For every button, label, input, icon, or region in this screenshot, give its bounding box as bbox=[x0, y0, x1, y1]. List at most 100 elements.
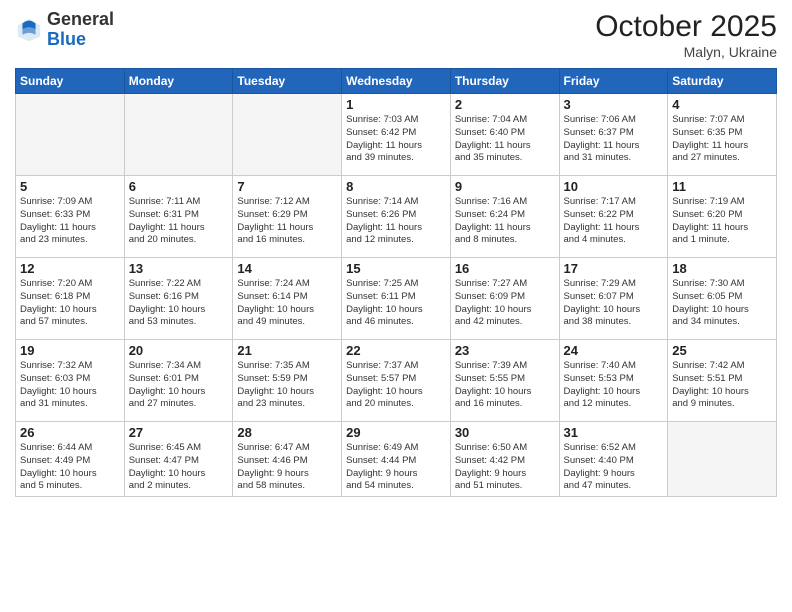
calendar-cell: 15Sunrise: 7:25 AM Sunset: 6:11 PM Dayli… bbox=[342, 258, 451, 340]
calendar-cell: 24 Sunrise: 7:40 AM Sunset: 5:53 PM Dayli… bbox=[559, 340, 668, 422]
calendar-cell: 2 Sunrise: 7:04 AM Sunset: 6:40 PM Daylig… bbox=[450, 94, 559, 176]
day-info: Sunrise: 7:16 AM Sunset: 6:24 PM Dayligh… bbox=[455, 196, 555, 247]
day-number: 12 bbox=[20, 261, 120, 276]
calendar-cell: 19 Sunrise: 7:32 AM Sunset: 6:03 PM Dayli… bbox=[16, 340, 125, 422]
calendar-cell: 30 Sunrise: 6:50 AM Sunset: 4:42 PM Dayli… bbox=[450, 422, 559, 497]
calendar-cell: 11Sunrise: 7:19 AM Sunset: 6:20 PM Dayli… bbox=[668, 176, 777, 258]
day-info: Sunrise: 7:22 AM Sunset: 6:16 PM Dayligh… bbox=[129, 278, 229, 329]
day-info: Sunrise: 7:04 AM Sunset: 6:40 PM Dayligh… bbox=[455, 114, 555, 165]
day-number: 3 bbox=[564, 97, 664, 112]
day-number: 7 bbox=[237, 179, 337, 194]
day-info: Sunrise: 7:34 AM Sunset: 6:01 PM Dayligh… bbox=[129, 360, 229, 411]
calendar-cell: 12 Sunrise: 7:20 AM Sunset: 6:18 PM Dayli… bbox=[16, 258, 125, 340]
day-info: Sunrise: 7:30 AM Sunset: 6:05 PM Dayligh… bbox=[672, 278, 772, 329]
location: Malyn, Ukraine bbox=[595, 44, 777, 60]
weekday-header: Thursday bbox=[450, 69, 559, 94]
calendar-week-row: 26Sunrise: 6:44 AM Sunset: 4:49 PM Dayli… bbox=[16, 422, 777, 497]
calendar-cell: 10Sunrise: 7:17 AM Sunset: 6:22 PM Dayli… bbox=[559, 176, 668, 258]
day-number: 6 bbox=[129, 179, 229, 194]
day-info: Sunrise: 7:27 AM Sunset: 6:09 PM Dayligh… bbox=[455, 278, 555, 329]
calendar-cell bbox=[16, 94, 125, 176]
day-number: 19 bbox=[20, 343, 120, 358]
day-info: Sunrise: 6:47 AM Sunset: 4:46 PM Dayligh… bbox=[237, 442, 337, 493]
day-number: 18 bbox=[672, 261, 772, 276]
calendar-cell bbox=[124, 94, 233, 176]
day-info: Sunrise: 6:49 AM Sunset: 4:44 PM Dayligh… bbox=[346, 442, 446, 493]
day-number: 24 bbox=[564, 343, 664, 358]
day-number: 8 bbox=[346, 179, 446, 194]
day-info: Sunrise: 7:17 AM Sunset: 6:22 PM Dayligh… bbox=[564, 196, 664, 247]
day-info: Sunrise: 7:32 AM Sunset: 6:03 PM Dayligh… bbox=[20, 360, 120, 411]
day-number: 31 bbox=[564, 425, 664, 440]
weekday-header-row: SundayMondayTuesdayWednesdayThursdayFrid… bbox=[16, 69, 777, 94]
calendar-cell bbox=[233, 94, 342, 176]
calendar-cell: 28 Sunrise: 6:47 AM Sunset: 4:46 PM Dayli… bbox=[233, 422, 342, 497]
day-info: Sunrise: 7:09 AM Sunset: 6:33 PM Dayligh… bbox=[20, 196, 120, 247]
title-block: October 2025 Malyn, Ukraine bbox=[595, 10, 777, 60]
day-number: 14 bbox=[237, 261, 337, 276]
calendar-cell: 27Sunrise: 6:45 AM Sunset: 4:47 PM Dayli… bbox=[124, 422, 233, 497]
calendar-cell: 14 Sunrise: 7:24 AM Sunset: 6:14 PM Dayli… bbox=[233, 258, 342, 340]
day-info: Sunrise: 6:44 AM Sunset: 4:49 PM Dayligh… bbox=[20, 442, 120, 493]
logo-text: General Blue bbox=[47, 10, 114, 50]
day-info: Sunrise: 7:11 AM Sunset: 6:31 PM Dayligh… bbox=[129, 196, 229, 247]
day-info: Sunrise: 7:03 AM Sunset: 6:42 PM Dayligh… bbox=[346, 114, 446, 165]
day-number: 13 bbox=[129, 261, 229, 276]
day-info: Sunrise: 7:24 AM Sunset: 6:14 PM Dayligh… bbox=[237, 278, 337, 329]
day-number: 21 bbox=[237, 343, 337, 358]
day-info: Sunrise: 7:37 AM Sunset: 5:57 PM Dayligh… bbox=[346, 360, 446, 411]
calendar-cell: 25 Sunrise: 7:42 AM Sunset: 5:51 PM Dayli… bbox=[668, 340, 777, 422]
day-number: 4 bbox=[672, 97, 772, 112]
day-number: 16 bbox=[455, 261, 555, 276]
calendar-cell bbox=[668, 422, 777, 497]
calendar-cell: 5 Sunrise: 7:09 AM Sunset: 6:33 PM Daylig… bbox=[16, 176, 125, 258]
calendar-cell: 6 Sunrise: 7:11 AM Sunset: 6:31 PM Daylig… bbox=[124, 176, 233, 258]
calendar-cell: 3Sunrise: 7:06 AM Sunset: 6:37 PM Daylig… bbox=[559, 94, 668, 176]
calendar-cell: 17Sunrise: 7:29 AM Sunset: 6:07 PM Dayli… bbox=[559, 258, 668, 340]
calendar-cell: 13 Sunrise: 7:22 AM Sunset: 6:16 PM Dayli… bbox=[124, 258, 233, 340]
logo: General Blue bbox=[15, 10, 114, 50]
day-info: Sunrise: 6:50 AM Sunset: 4:42 PM Dayligh… bbox=[455, 442, 555, 493]
calendar-cell: 31 Sunrise: 6:52 AM Sunset: 4:40 PM Dayli… bbox=[559, 422, 668, 497]
day-info: Sunrise: 6:52 AM Sunset: 4:40 PM Dayligh… bbox=[564, 442, 664, 493]
calendar-week-row: 5 Sunrise: 7:09 AM Sunset: 6:33 PM Daylig… bbox=[16, 176, 777, 258]
calendar-week-row: 12 Sunrise: 7:20 AM Sunset: 6:18 PM Dayli… bbox=[16, 258, 777, 340]
day-number: 11 bbox=[672, 179, 772, 194]
day-number: 1 bbox=[346, 97, 446, 112]
calendar-week-row: 1 Sunrise: 7:03 AM Sunset: 6:42 PM Daylig… bbox=[16, 94, 777, 176]
day-info: Sunrise: 7:40 AM Sunset: 5:53 PM Dayligh… bbox=[564, 360, 664, 411]
calendar-cell: 22 Sunrise: 7:37 AM Sunset: 5:57 PM Dayli… bbox=[342, 340, 451, 422]
calendar-week-row: 19 Sunrise: 7:32 AM Sunset: 6:03 PM Dayli… bbox=[16, 340, 777, 422]
weekday-header: Tuesday bbox=[233, 69, 342, 94]
day-number: 25 bbox=[672, 343, 772, 358]
day-info: Sunrise: 7:25 AM Sunset: 6:11 PM Dayligh… bbox=[346, 278, 446, 329]
logo-general: General bbox=[47, 9, 114, 29]
calendar-cell: 9 Sunrise: 7:16 AM Sunset: 6:24 PM Daylig… bbox=[450, 176, 559, 258]
day-info: Sunrise: 7:42 AM Sunset: 5:51 PM Dayligh… bbox=[672, 360, 772, 411]
weekday-header: Saturday bbox=[668, 69, 777, 94]
day-number: 27 bbox=[129, 425, 229, 440]
calendar-cell: 8 Sunrise: 7:14 AM Sunset: 6:26 PM Daylig… bbox=[342, 176, 451, 258]
calendar-cell: 20 Sunrise: 7:34 AM Sunset: 6:01 PM Dayli… bbox=[124, 340, 233, 422]
day-number: 9 bbox=[455, 179, 555, 194]
month-title: October 2025 bbox=[595, 10, 777, 44]
day-number: 20 bbox=[129, 343, 229, 358]
day-info: Sunrise: 7:20 AM Sunset: 6:18 PM Dayligh… bbox=[20, 278, 120, 329]
day-number: 30 bbox=[455, 425, 555, 440]
header: General Blue October 2025 Malyn, Ukraine bbox=[15, 10, 777, 60]
day-number: 5 bbox=[20, 179, 120, 194]
day-number: 2 bbox=[455, 97, 555, 112]
logo-blue: Blue bbox=[47, 29, 86, 49]
day-info: Sunrise: 7:39 AM Sunset: 5:55 PM Dayligh… bbox=[455, 360, 555, 411]
day-number: 29 bbox=[346, 425, 446, 440]
day-number: 22 bbox=[346, 343, 446, 358]
calendar-cell: 7Sunrise: 7:12 AM Sunset: 6:29 PM Daylig… bbox=[233, 176, 342, 258]
day-number: 23 bbox=[455, 343, 555, 358]
weekday-header: Monday bbox=[124, 69, 233, 94]
day-number: 28 bbox=[237, 425, 337, 440]
calendar-cell: 1 Sunrise: 7:03 AM Sunset: 6:42 PM Daylig… bbox=[342, 94, 451, 176]
calendar: SundayMondayTuesdayWednesdayThursdayFrid… bbox=[15, 68, 777, 497]
day-info: Sunrise: 7:29 AM Sunset: 6:07 PM Dayligh… bbox=[564, 278, 664, 329]
day-info: Sunrise: 7:07 AM Sunset: 6:35 PM Dayligh… bbox=[672, 114, 772, 165]
day-info: Sunrise: 7:14 AM Sunset: 6:26 PM Dayligh… bbox=[346, 196, 446, 247]
